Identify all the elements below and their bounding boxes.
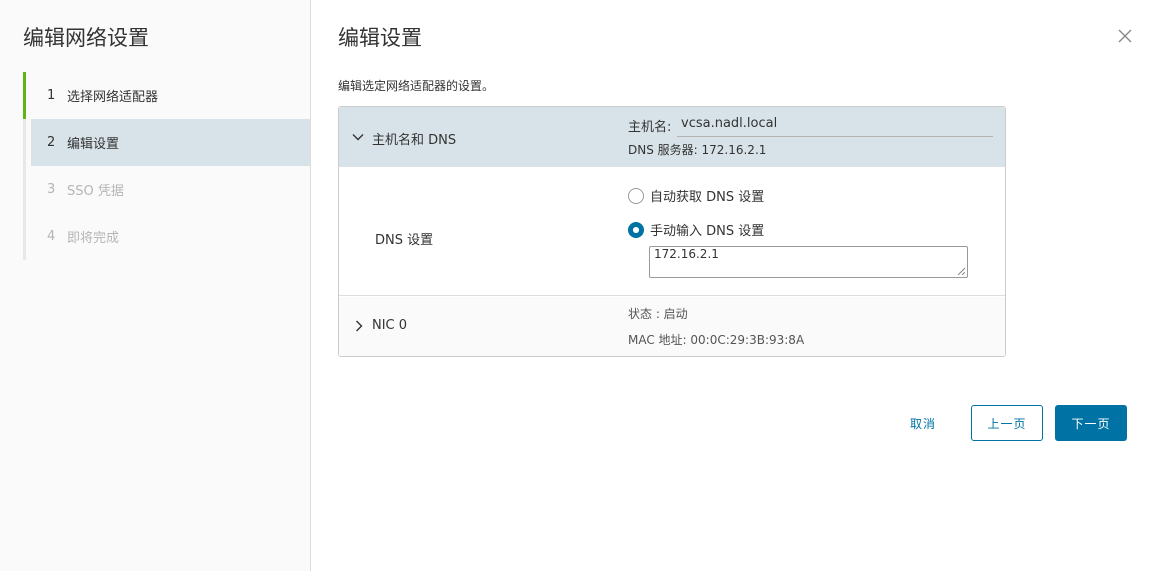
cancel-button[interactable]: 取消 <box>895 405 951 441</box>
host-dns-row[interactable]: 主机名和 DNS 主机名: vcsa.nadl.local DNS 服务器: 1… <box>339 107 1005 167</box>
dns-servers-textarea[interactable]: 172.16.2.1 <box>649 246 968 278</box>
dns-auto-label: 自动获取 DNS 设置 <box>650 190 765 205</box>
nic-row[interactable]: NIC 0 状态 : 启动 MAC 地址: 00:0C:29:3B:93:8A <box>339 297 1005 356</box>
host-dns-label: 主机名和 DNS <box>372 133 457 148</box>
nic-mac-address: MAC 地址: 00:0C:29:3B:93:8A <box>628 333 805 347</box>
resize-handle-icon[interactable] <box>957 267 965 275</box>
radio-circle-checked[interactable] <box>628 221 644 238</box>
back-button[interactable]: 上一页 <box>971 405 1043 441</box>
step-number: 2 <box>47 135 56 150</box>
settings-panel: 主机名和 DNS 主机名: vcsa.nadl.local DNS 服务器: 1… <box>338 106 1006 357</box>
wizard-title: 编辑网络设置 <box>23 26 149 50</box>
step-number: 1 <box>47 88 56 103</box>
step-number: 3 <box>47 182 56 197</box>
dns-servers-value: 172.16.2.1 <box>654 247 719 261</box>
step-label: SSO 凭据 <box>67 184 124 199</box>
step-number: 4 <box>47 229 56 244</box>
dns-server-summary: DNS 服务器: 172.16.2.1 <box>628 143 767 157</box>
dns-settings-label: DNS 设置 <box>375 233 434 248</box>
step-edit-settings[interactable]: 2 编辑设置 <box>31 119 310 166</box>
hostname-label: 主机名: <box>628 120 672 135</box>
chevron-right-icon[interactable] <box>353 320 365 332</box>
chevron-down-icon[interactable] <box>352 131 364 143</box>
step-ready-to-complete: 4 即将完成 <box>26 213 310 260</box>
next-button[interactable]: 下一页 <box>1055 405 1127 441</box>
step-label: 编辑设置 <box>67 137 120 152</box>
radio-circle[interactable] <box>628 187 644 204</box>
nic-label: NIC 0 <box>372 318 408 333</box>
step-sso-credentials: 3 SSO 凭据 <box>26 166 310 213</box>
step-label: 即将完成 <box>67 231 120 246</box>
page-description: 编辑选定网络适配器的设置。 <box>338 79 495 93</box>
wizard-steps: 1 选择网络适配器 2 编辑设置 3 SSO 凭据 4 即将完成 <box>23 72 310 260</box>
dns-manual-radio[interactable]: 手动输入 DNS 设置 <box>628 220 764 239</box>
close-icon[interactable] <box>1117 28 1133 44</box>
step-select-adapter[interactable]: 1 选择网络适配器 <box>23 72 310 119</box>
dns-settings-row: DNS 设置 自动获取 DNS 设置 手动输入 DNS 设置 172.16.2.… <box>339 167 1005 296</box>
dns-manual-label: 手动输入 DNS 设置 <box>650 224 765 239</box>
nic-status: 状态 : 启动 <box>628 307 688 321</box>
step-label: 选择网络适配器 <box>67 90 159 105</box>
page-title: 编辑设置 <box>338 26 422 50</box>
dns-auto-radio[interactable]: 自动获取 DNS 设置 <box>628 186 764 205</box>
wizard-nav: 编辑网络设置 1 选择网络适配器 2 编辑设置 3 SSO 凭据 4 即将完成 <box>0 0 311 571</box>
hostname-field[interactable]: vcsa.nadl.local <box>677 111 993 137</box>
